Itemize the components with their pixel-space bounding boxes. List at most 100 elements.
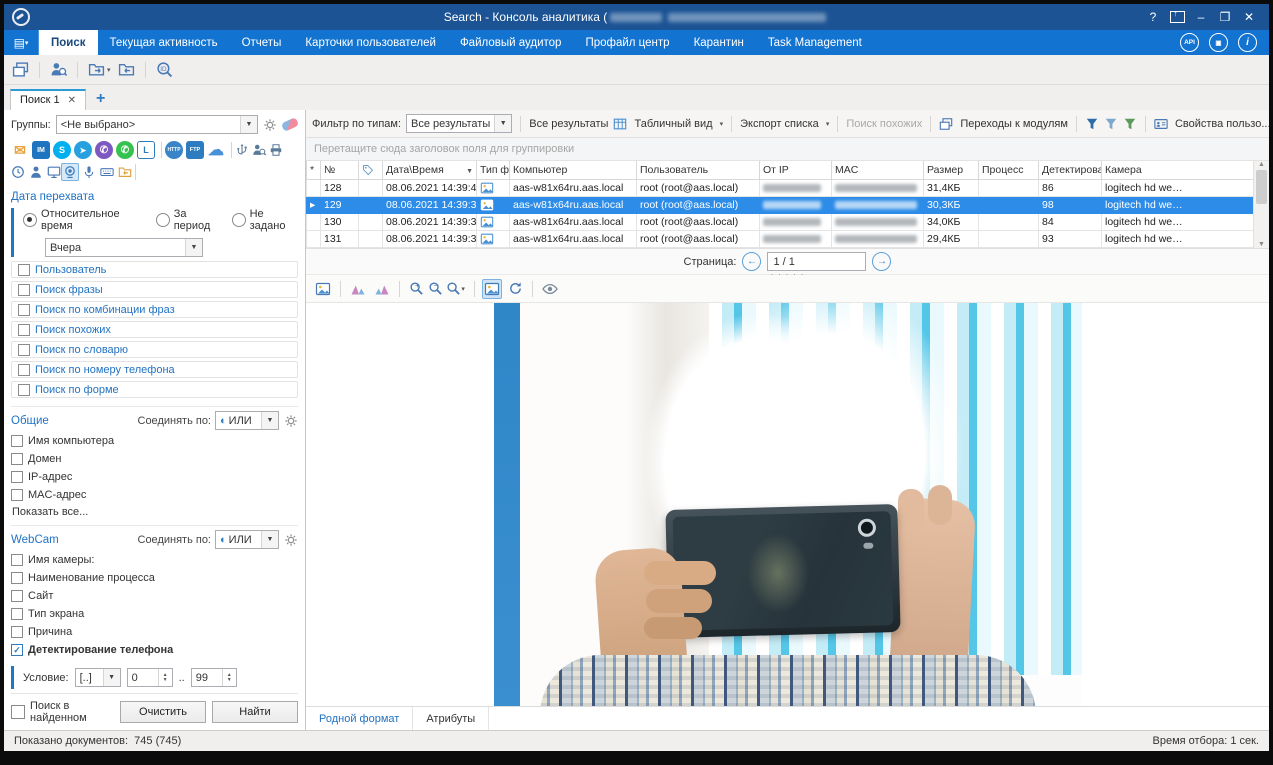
radio-relative-time[interactable]: Относительное время bbox=[23, 208, 146, 232]
restore-button[interactable]: ❐ bbox=[1215, 8, 1235, 26]
radio-not-set[interactable]: Не задано bbox=[232, 208, 298, 232]
tab-close-icon[interactable]: ✕ bbox=[68, 95, 76, 106]
checkbox-icon[interactable] bbox=[11, 554, 23, 566]
type-filter-select[interactable]: Все результаты ▼ bbox=[406, 114, 512, 133]
clock-icon[interactable] bbox=[11, 165, 25, 179]
user-activity-icon[interactable] bbox=[29, 165, 43, 179]
webcam-phone-detection[interactable]: ✓Детектирование телефона bbox=[11, 641, 298, 659]
col-process[interactable]: Процесс bbox=[979, 161, 1039, 180]
filter-phrase[interactable]: Поиск фразы bbox=[11, 281, 298, 298]
table-row[interactable]: 128 08.06.2021 14:39:41 aas-w81x64ru.aas… bbox=[307, 180, 1254, 197]
scroll-thumb[interactable] bbox=[1256, 170, 1267, 204]
table-row-selected[interactable]: ▸129 08.06.2021 14:39:38 aas-w81x64ru.aa… bbox=[307, 197, 1254, 214]
info-icon[interactable]: i bbox=[1238, 33, 1257, 52]
table-row[interactable]: 130 08.06.2021 14:39:36 aas-w81x64ru.aas… bbox=[307, 214, 1254, 231]
viber-icon[interactable]: ✆ bbox=[95, 141, 113, 159]
filter-funnel-icon[interactable] bbox=[1085, 117, 1099, 131]
col-from-ip[interactable]: От IP bbox=[760, 161, 832, 180]
refresh-image-button[interactable] bbox=[506, 279, 525, 298]
filter-funnel-apply-icon[interactable] bbox=[1123, 117, 1137, 131]
col-mac[interactable]: MAC bbox=[832, 161, 924, 180]
menu-item-file-auditor[interactable]: Файловый аудитор bbox=[448, 30, 574, 55]
checkbox-icon[interactable] bbox=[11, 471, 23, 483]
checkbox-icon[interactable] bbox=[18, 324, 30, 336]
col-size[interactable]: Размер bbox=[924, 161, 979, 180]
stepper-arrows-icon[interactable]: ▲▼ bbox=[222, 669, 236, 686]
groups-settings-gear-icon[interactable] bbox=[263, 118, 277, 132]
menu-item-task-management[interactable]: Task Management bbox=[756, 30, 874, 55]
checkbox-icon[interactable] bbox=[11, 435, 23, 447]
condition-from-stepper[interactable]: 0▲▼ bbox=[127, 668, 173, 687]
minimize-button[interactable]: – bbox=[1191, 8, 1211, 26]
filter-form[interactable]: Поиск по форме bbox=[11, 381, 298, 398]
radio-period[interactable]: За период bbox=[156, 208, 222, 232]
go-to-modules-button[interactable]: Переходы к модулям bbox=[939, 117, 1068, 131]
common-mac-address[interactable]: MAC-адрес bbox=[11, 486, 298, 504]
checkbox-icon[interactable] bbox=[18, 264, 30, 276]
col-datetime[interactable]: Дата\Время▼ bbox=[383, 161, 477, 180]
checkbox-icon[interactable] bbox=[18, 284, 30, 296]
col-num[interactable]: № bbox=[321, 161, 359, 180]
col-user[interactable]: Пользователь bbox=[637, 161, 760, 180]
tab-native-format[interactable]: Родной формат bbox=[306, 707, 413, 730]
http-icon[interactable]: HTTP bbox=[165, 141, 183, 159]
preview-eye-icon[interactable] bbox=[540, 279, 560, 299]
import-tab-button[interactable] bbox=[118, 61, 135, 78]
save-image-button[interactable] bbox=[313, 279, 333, 299]
groups-select[interactable]: <Не выбрано> ▼ bbox=[56, 115, 258, 134]
date-preset-select[interactable]: Вчера ▼ bbox=[45, 238, 203, 257]
new-window-button[interactable] bbox=[12, 61, 29, 78]
checkbox-icon[interactable] bbox=[11, 489, 23, 501]
search-in-found-checkbox[interactable]: Поиск в найденном bbox=[11, 700, 114, 724]
common-ip-address[interactable]: IP-адрес bbox=[11, 468, 298, 486]
col-computer[interactable]: Компьютер bbox=[510, 161, 637, 180]
whatsapp-icon[interactable]: ✆ bbox=[116, 141, 134, 159]
checkbox-icon[interactable] bbox=[11, 590, 23, 602]
package-icon[interactable]: ▣ bbox=[1209, 33, 1228, 52]
table-view-button[interactable]: Табличный вид ▾ bbox=[613, 117, 723, 131]
menu-item-profile-center[interactable]: Профайл центр bbox=[573, 30, 681, 55]
ftp-icon[interactable]: FTP bbox=[186, 141, 204, 159]
filter-funnel-edit-icon[interactable] bbox=[1104, 117, 1118, 131]
search-similar-button[interactable]: Поиск похожих bbox=[846, 118, 922, 130]
tab-search-1[interactable]: Поиск 1 ✕ bbox=[10, 89, 86, 110]
user-search-button[interactable] bbox=[50, 61, 67, 78]
zoom-out-button[interactable]: − bbox=[426, 279, 441, 298]
common-settings-gear-icon[interactable] bbox=[284, 414, 298, 428]
webcam-reason[interactable]: Причина bbox=[11, 623, 298, 641]
common-domain[interactable]: Домен bbox=[11, 450, 298, 468]
webcam-site[interactable]: Сайт bbox=[11, 587, 298, 605]
zoom-level-button[interactable]: ▾ bbox=[444, 279, 467, 298]
group-by-bar[interactable]: Перетащите сюда заголовок поля для групп… bbox=[306, 138, 1269, 161]
condition-op-select[interactable]: [..] ▼ bbox=[75, 668, 121, 687]
table-row[interactable]: 131 08.06.2021 14:39:33 aas-w81x64ru.aas… bbox=[307, 231, 1254, 248]
export-list-button[interactable]: Экспорт списка ▾ bbox=[740, 118, 829, 130]
add-tab-button[interactable]: + bbox=[86, 90, 115, 110]
menu-item-user-cards[interactable]: Карточки пользователей bbox=[293, 30, 448, 55]
webcam-settings-gear-icon[interactable] bbox=[284, 533, 298, 547]
monitor-icon[interactable] bbox=[47, 165, 61, 179]
telegram-icon[interactable]: ➤ bbox=[74, 141, 92, 159]
checkbox-icon[interactable] bbox=[18, 384, 30, 396]
scroll-up-icon[interactable]: ▲ bbox=[1258, 161, 1265, 168]
clear-button[interactable]: Очистить bbox=[120, 701, 206, 723]
user-properties-button[interactable]: Свойства пользо... bbox=[1154, 117, 1269, 131]
col-marker[interactable]: * bbox=[307, 161, 321, 180]
webcam-icon[interactable] bbox=[61, 163, 79, 181]
webcam-join-select[interactable]: ◐ИЛИ ▼ bbox=[215, 530, 279, 549]
webcam-camera-name[interactable]: Имя камеры: bbox=[11, 551, 298, 569]
filter-similar[interactable]: Поиск похожих bbox=[11, 321, 298, 338]
eraser-icon[interactable] bbox=[281, 117, 299, 132]
checkbox-icon[interactable] bbox=[18, 304, 30, 316]
next-page-button[interactable]: → bbox=[872, 252, 891, 271]
menu-item-reports[interactable]: Отчеты bbox=[230, 30, 294, 55]
show-all-link[interactable]: Показать все... bbox=[12, 506, 298, 518]
find-button[interactable]: Найти bbox=[212, 701, 298, 723]
table-scrollbar[interactable]: ▲▼ bbox=[1253, 161, 1269, 248]
app-menu-button[interactable]: ▤▾ bbox=[4, 30, 39, 55]
export-tab-button[interactable]: ▾ bbox=[88, 61, 111, 78]
device-search-icon[interactable] bbox=[252, 143, 266, 157]
common-computer-name[interactable]: Имя компьютера bbox=[11, 432, 298, 450]
prev-page-button[interactable]: ← bbox=[742, 252, 761, 271]
filter-phrase-combo[interactable]: Поиск по комбинации фраз bbox=[11, 301, 298, 318]
